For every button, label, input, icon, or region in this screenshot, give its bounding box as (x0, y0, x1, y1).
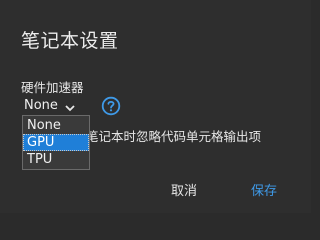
save-button[interactable]: 保存 (251, 180, 277, 199)
dialog-title: 笔记本设置 (21, 30, 119, 52)
hardware-accelerator-select[interactable]: None (24, 96, 76, 114)
accelerator-dropdown-list: None GPU TPU (22, 115, 90, 170)
help-icon[interactable] (101, 96, 121, 116)
option-none[interactable]: None (23, 117, 89, 134)
option-gpu[interactable]: GPU (23, 134, 89, 151)
chevron-down-icon (64, 99, 76, 112)
select-current-value: None (24, 97, 58, 113)
omit-output-checkbox-label[interactable]: 笔记本时忽略代码单元格输出项 (86, 126, 261, 145)
option-tpu[interactable]: TPU (23, 151, 89, 168)
cancel-button[interactable]: 取消 (171, 180, 197, 199)
hardware-accelerator-label: 硬件加速器 (21, 80, 84, 95)
notebook-settings-dialog: 笔记本设置 硬件加速器 None 笔记本时忽略代码单元格输出项 None GPU… (0, 0, 311, 213)
